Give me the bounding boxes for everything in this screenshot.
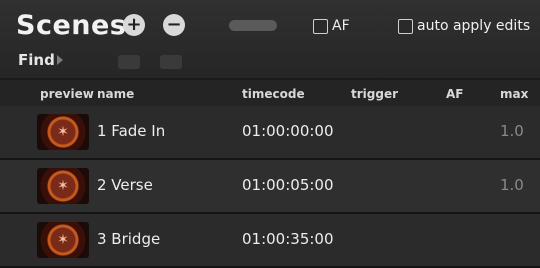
page-title: Scenes xyxy=(16,10,127,41)
scenes-table: ✶ 1 Fade In 01:00:00:00 1.0 ✶ 2 Verse 01… xyxy=(0,106,540,268)
scene-timecode: 01:00:35:00 xyxy=(242,230,334,248)
find-disclosure[interactable]: Find xyxy=(18,51,63,69)
auto-apply-edits-label: auto apply edits xyxy=(417,18,531,34)
scene-timecode: 01:00:00:00 xyxy=(242,122,334,140)
col-af[interactable]: AF xyxy=(446,87,463,101)
auto-apply-edits-checkbox[interactable]: auto apply edits xyxy=(398,18,530,34)
filter-icon[interactable] xyxy=(160,55,182,69)
scene-max: 1.0 xyxy=(500,176,524,194)
table-row[interactable]: ✶ 2 Verse 01:00:05:00 1.0 xyxy=(0,160,540,214)
af-checkbox-box[interactable] xyxy=(313,18,328,34)
af-checkbox[interactable]: AF xyxy=(313,18,350,34)
list-view-icon[interactable] xyxy=(118,55,140,69)
scene-name: 3 Bridge xyxy=(97,230,161,248)
minus-circle-icon: − xyxy=(166,14,182,35)
scene-preview-thumbnail: ✶ xyxy=(37,168,89,204)
table-row[interactable]: ✶ 1 Fade In 01:00:00:00 1.0 xyxy=(0,106,540,160)
preview-flare-icon: ✶ xyxy=(57,232,69,248)
col-name[interactable]: name xyxy=(97,87,134,101)
col-preview[interactable]: preview xyxy=(40,87,94,101)
scene-preview-thumbnail: ✶ xyxy=(37,222,89,258)
af-checkbox-label: AF xyxy=(332,18,350,34)
scene-max: 1.0 xyxy=(500,122,524,140)
preview-flare-icon: ✶ xyxy=(57,124,69,140)
add-scene-button[interactable]: + xyxy=(123,14,145,36)
table-header: preview name timecode trigger AF max xyxy=(0,80,540,106)
scene-name: 1 Fade In xyxy=(97,122,166,140)
disclosure-triangle-icon xyxy=(56,55,63,65)
scene-name: 2 Verse xyxy=(97,176,153,194)
scene-timecode: 01:00:05:00 xyxy=(242,176,334,194)
remove-scene-button[interactable]: − xyxy=(163,14,185,36)
scene-preview-thumbnail: ✶ xyxy=(37,114,89,150)
col-max[interactable]: max xyxy=(500,87,528,101)
preview-flare-icon: ✶ xyxy=(57,178,69,194)
auto-apply-edits-checkbox-box[interactable] xyxy=(398,18,413,34)
plus-circle-icon: + xyxy=(126,14,142,35)
col-trigger[interactable]: trigger xyxy=(351,87,398,101)
scenes-slider[interactable] xyxy=(229,20,277,31)
col-timecode[interactable]: timecode xyxy=(242,87,305,101)
find-label: Find xyxy=(18,51,55,69)
scenes-header: Scenes + − AF auto apply edits Find xyxy=(0,0,540,78)
table-row[interactable]: ✶ 3 Bridge 01:00:35:00 xyxy=(0,214,540,268)
